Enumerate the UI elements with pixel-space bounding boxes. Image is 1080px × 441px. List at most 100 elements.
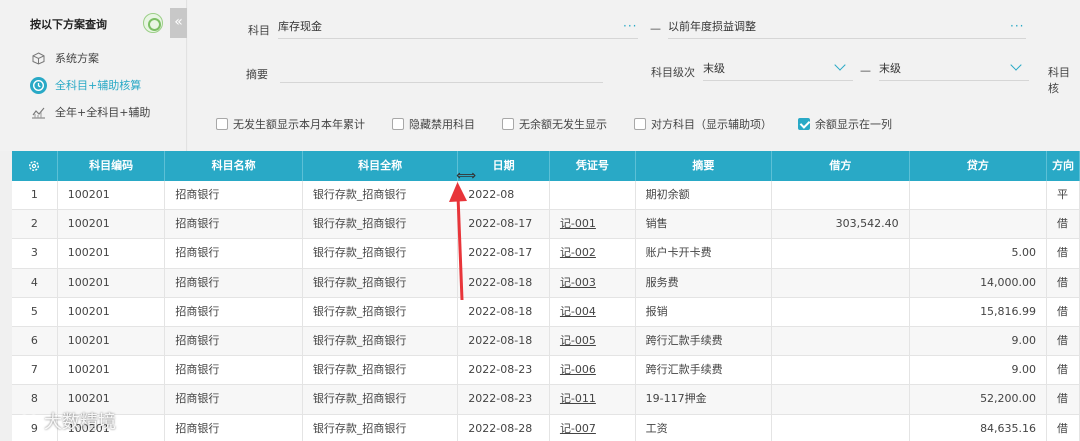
cell-fullname: 银行存款_招商银行	[303, 268, 459, 297]
cell-voucher-link[interactable]	[550, 181, 636, 210]
cell-code: 100201	[58, 297, 166, 326]
cell-credit: 84,635.16	[910, 414, 1048, 441]
summary-input[interactable]	[280, 61, 603, 83]
table-settings-icon[interactable]	[12, 151, 58, 181]
row-number: 1	[12, 181, 58, 210]
table-header: 科目编码 科目名称 科目全称 日期 凭证号 摘要 借方 贷方 方向	[12, 151, 1080, 181]
level-to-select[interactable]: 末级	[879, 59, 1029, 81]
cell-summary: 服务费	[636, 268, 773, 297]
cell-voucher-link[interactable]: 记-007	[550, 414, 636, 441]
cell-voucher-link[interactable]: 记-001	[550, 210, 636, 239]
table-row[interactable]: 4 100201 招商银行 银行存款_招商银行 2022-08-18 记-003 服务费 14…	[12, 268, 1080, 298]
table-row[interactable]: 8 100201 招商银行 银行存款_招商银行 2022-08-23 记-011 19-11…	[12, 385, 1080, 415]
col-header-credit[interactable]: 贷方	[910, 151, 1048, 181]
checkbox-no-balance[interactable]: 无余额无发生显示	[502, 116, 607, 132]
col-header-fullname[interactable]: 科目全称	[303, 151, 459, 181]
subject-from-picker-icon[interactable]: ···	[623, 19, 637, 33]
scheme-item-all-subjects-aux[interactable]: 全科目+辅助核算	[30, 75, 141, 95]
col-header-debit[interactable]: 借方	[772, 151, 910, 181]
cell-date: 2022-08-23	[458, 356, 550, 385]
checkbox-box[interactable]	[392, 118, 404, 130]
checkbox-box[interactable]	[216, 118, 228, 130]
cell-direction: 借	[1047, 210, 1080, 239]
scheme-item-full-year[interactable]: 全年+全科目+辅助	[30, 102, 150, 122]
cell-direction: 借	[1047, 385, 1080, 414]
checkbox-label: 余额显示在一列	[815, 118, 892, 131]
cell-voucher-link[interactable]: 记-002	[550, 239, 636, 268]
col-header-direction[interactable]: 方向	[1047, 151, 1080, 181]
checkbox-box-checked[interactable]	[798, 118, 810, 130]
scheme-settings-icon[interactable]	[143, 13, 163, 33]
level-from-select[interactable]: 末级	[703, 59, 853, 81]
cell-fullname: 银行存款_招商银行	[303, 356, 459, 385]
chart-icon	[30, 104, 47, 121]
table-row[interactable]: 7 100201 招商银行 银行存款_招商银行 2022-08-23 记-006 跨行汇款手…	[12, 356, 1080, 386]
cell-code: 100201	[58, 210, 166, 239]
cell-debit	[772, 181, 910, 210]
scheme-item-system[interactable]: 系统方案	[30, 48, 99, 68]
checkbox-hide-disabled[interactable]: 隐藏禁用科目	[392, 116, 475, 132]
scheme-item-label: 全科目+辅助核算	[55, 79, 142, 92]
row-number: 5	[12, 297, 58, 326]
col-header-code[interactable]: 科目编码	[58, 151, 166, 181]
table-row[interactable]: 5 100201 招商银行 银行存款_招商银行 2022-08-18 记-004 报销 15,…	[12, 297, 1080, 327]
cell-code: 100201	[58, 326, 166, 356]
cell-voucher-link[interactable]: 记-006	[550, 356, 636, 385]
table-row[interactable]: 1 100201 招商银行 银行存款_招商银行 2022-08 期初余额平	[12, 181, 1080, 211]
cell-summary: 期初余额	[636, 181, 773, 210]
checkbox-label: 隐藏禁用科目	[409, 118, 475, 131]
cell-voucher-link[interactable]: 记-011	[550, 385, 636, 414]
checkbox-label: 无发生额显示本月本年累计	[233, 118, 365, 131]
annotation-arrow-icon	[449, 182, 467, 301]
col-header-name[interactable]: 科目名称	[165, 151, 303, 181]
cell-code: 100201	[58, 181, 166, 210]
row-number: 3	[12, 239, 58, 268]
cell-debit	[772, 414, 910, 441]
cell-name: 招商银行	[165, 268, 303, 297]
cell-fullname: 银行存款_招商银行	[303, 297, 459, 326]
table-row[interactable]: 9 100201 招商银行 银行存款_招商银行 2022-08-28 记-007 工资 84,…	[12, 414, 1080, 441]
cell-voucher-link[interactable]: 记-003	[550, 268, 636, 297]
table-row[interactable]: 6 100201 招商银行 银行存款_招商银行 2022-08-18 记-005 跨行汇款手…	[12, 326, 1080, 357]
cell-name: 招商银行	[165, 181, 303, 210]
checkbox-box[interactable]	[634, 118, 646, 130]
cell-date: 2022-08-23	[458, 385, 550, 414]
checkbox-show-cumulative[interactable]: 无发生额显示本月本年累计	[216, 116, 365, 132]
cell-code: 100201	[58, 356, 166, 385]
cell-direction: 借	[1047, 297, 1080, 326]
cell-fullname: 银行存款_招商银行	[303, 181, 459, 210]
checkbox-box[interactable]	[502, 118, 514, 130]
cell-voucher-link[interactable]: 记-004	[550, 297, 636, 326]
row-number: 6	[12, 326, 58, 356]
checkbox-counter-subject[interactable]: 对方科目（显示辅助项）	[634, 116, 772, 132]
subject-to-field[interactable]: 以前年度损益调整	[668, 17, 1026, 39]
cell-date: 2022-08-18	[458, 326, 550, 356]
col-header-summary[interactable]: 摘要	[636, 151, 773, 181]
cell-summary: 销售	[636, 210, 773, 239]
subject-from-field[interactable]: 库存现金	[278, 17, 638, 39]
table-row[interactable]: 3 100201 招商银行 银行存款_招商银行 2022-08-17 记-002 账户卡开卡…	[12, 239, 1080, 269]
summary-label: 摘要	[246, 68, 268, 81]
cell-credit: 52,200.00	[910, 385, 1048, 414]
cell-debit: 303,542.40	[772, 210, 910, 239]
cell-name: 招商银行	[165, 326, 303, 356]
cell-name: 招商银行	[165, 356, 303, 385]
cell-summary: 工资	[636, 414, 773, 441]
table-row[interactable]: 2 100201 招商银行 银行存款_招商银行 2022-08-17 记-001 销售 303…	[12, 210, 1080, 240]
subject-to-picker-icon[interactable]: ···	[1010, 19, 1024, 33]
cell-direction: 借	[1047, 356, 1080, 385]
cell-fullname: 银行存款_招商银行	[303, 210, 459, 239]
subject-aux-label: 科目核	[1048, 66, 1070, 95]
row-number: 4	[12, 268, 58, 297]
cell-fullname: 银行存款_招商银行	[303, 385, 459, 414]
cell-voucher-link[interactable]: 记-005	[550, 326, 636, 356]
cell-summary: 19-117押金	[636, 385, 773, 414]
scheme-item-label: 全年+全科目+辅助	[55, 106, 151, 119]
collapse-panel-icon[interactable]: «	[170, 8, 187, 38]
cell-debit	[772, 239, 910, 268]
cell-debit	[772, 356, 910, 385]
col-header-voucher[interactable]: 凭证号	[550, 151, 636, 181]
checkbox-balance-one-column[interactable]: 余额显示在一列	[798, 116, 892, 132]
watermark-logo: 大数精境	[14, 408, 116, 434]
subject-label: 科目	[248, 24, 270, 37]
